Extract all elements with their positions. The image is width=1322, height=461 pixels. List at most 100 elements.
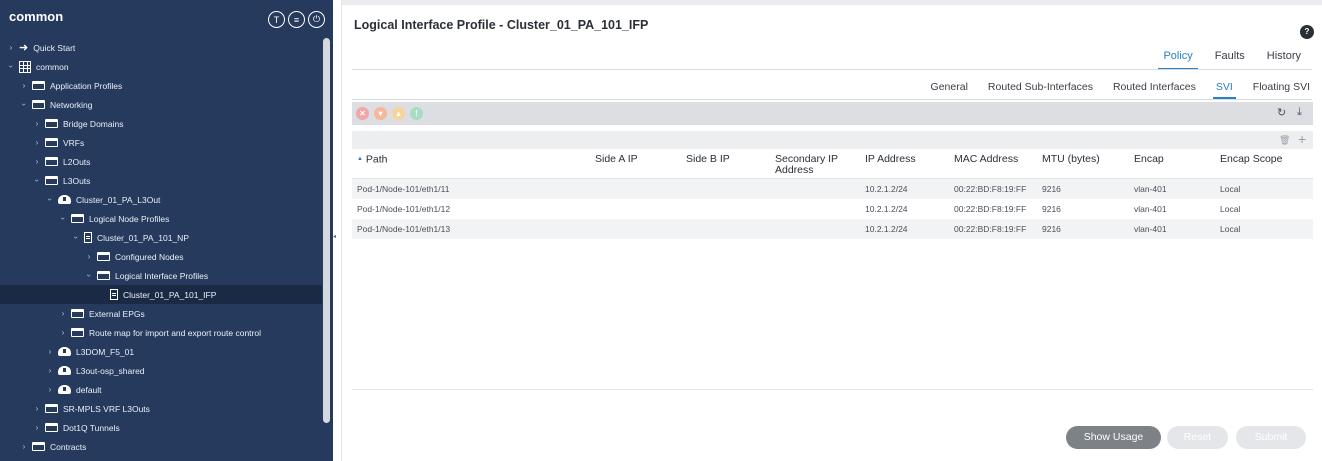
chevron-right-icon[interactable]: › [84, 252, 94, 261]
app-window: common T ≡ ⏻ › ➜ Quick Start › common › Applic… [0, 0, 1322, 461]
warning-fault-icon[interactable]: ! [410, 107, 423, 120]
sidebar-collapse-handle[interactable]: ◂ [333, 233, 338, 240]
tree-item[interactable]: › L3out-osp_shared [0, 361, 322, 380]
tree-item-label: L3DOM_F5_01 [76, 346, 135, 357]
major-fault-icon[interactable]: ▾ [374, 107, 387, 120]
tree-item[interactable]: › Application Profiles [0, 76, 322, 95]
chevron-right-icon[interactable]: › [45, 347, 55, 356]
tab-faults[interactable]: Faults [1204, 50, 1256, 70]
tree-item[interactable]: › Bridge Domains [0, 114, 322, 133]
minor-fault-icon[interactable]: ▴ [392, 107, 405, 120]
tree-item[interactable]: › Logical Node Profiles [0, 209, 322, 228]
chevron-down-icon[interactable]: › [72, 233, 81, 243]
top-tabs: Policy Faults History [1152, 50, 1312, 70]
tree-item[interactable]: › L2Outs [0, 152, 322, 171]
cloud-icon [58, 195, 71, 204]
chevron-down-icon[interactable]: › [33, 176, 42, 186]
chevron-right-icon[interactable]: › [32, 119, 42, 128]
tree-item[interactable]: › Route map for import and export route c… [0, 323, 322, 342]
column-header-path[interactable]: ▲ Path [357, 154, 387, 165]
tab-policy[interactable]: Policy [1152, 50, 1203, 70]
tree-item[interactable]: › Networking [0, 95, 322, 114]
svi-table: ▲ Path Side A IP Side B IP Secondary IP … [352, 149, 1313, 239]
chevron-down-icon[interactable]: › [59, 214, 68, 224]
tree-item[interactable]: › ➜ Quick Start [0, 38, 322, 57]
chevron-right-icon[interactable]: › [19, 442, 29, 451]
tree-item-label: Logical Interface Profiles [115, 270, 209, 281]
help-icon[interactable]: ? [1300, 25, 1314, 39]
list-icon[interactable]: ≡ [288, 11, 305, 28]
chevron-right-icon[interactable]: › [45, 385, 55, 394]
subtab-floating-svi[interactable]: Floating SVI [1243, 81, 1320, 99]
column-header-secondary-ip[interactable]: Secondary IP Address [775, 154, 855, 176]
tree-item[interactable]: › External EPGs [0, 304, 322, 323]
column-header-side-b-ip[interactable]: Side B IP [686, 154, 730, 165]
chevron-right-icon[interactable]: › [32, 423, 42, 432]
refresh-icon[interactable]: ↻ [1277, 106, 1286, 119]
column-header-encap-scope[interactable]: Encap Scope [1220, 154, 1282, 165]
chevron-right-icon[interactable]: › [32, 138, 42, 147]
tree-item[interactable]: › default [0, 380, 322, 399]
tree-item[interactable]: › Configured Nodes [0, 247, 322, 266]
tree-item[interactable]: › VRFs [0, 133, 322, 152]
table-row[interactable]: Pod-1/Node-101/eth1/12 10.2.1.2/24 00:22:B… [352, 199, 1313, 219]
folder-icon [32, 81, 45, 90]
chevron-down-icon[interactable]: › [7, 62, 16, 72]
sub-tabs-divider [352, 99, 1312, 100]
chevron-down-icon[interactable]: › [46, 195, 55, 205]
chevron-right-icon[interactable]: › [19, 81, 29, 90]
chevron-down-icon[interactable]: › [20, 100, 29, 110]
tree-item[interactable]: › Cluster_01_PA_L3Out [0, 190, 322, 209]
sort-ascending-icon: ▲ [357, 156, 363, 162]
sidebar-title: common [9, 9, 64, 24]
tab-history[interactable]: History [1256, 50, 1312, 70]
column-header-mtu[interactable]: MTU (bytes) [1042, 154, 1100, 165]
tree-item[interactable]: › Contracts [0, 437, 322, 456]
tree-item-label: L3out-osp_shared [76, 365, 145, 376]
show-usage-button[interactable]: Show Usage [1066, 426, 1161, 449]
chevron-right-icon[interactable]: › [6, 43, 16, 52]
reset-button[interactable]: Reset [1167, 426, 1228, 449]
delete-icon[interactable]: 🗑 [1279, 135, 1290, 146]
tree-item[interactable]: › Dot1Q Tunnels [0, 418, 322, 437]
table-cell: vlan-401 [1134, 184, 1167, 194]
table-cell: vlan-401 [1134, 224, 1167, 234]
tree-item[interactable]: › L3DOM_F5_01 [0, 342, 322, 361]
table-cell: Local [1220, 204, 1241, 214]
tree-item[interactable]: › common [0, 57, 322, 76]
tree-item-label: L3Outs [63, 175, 91, 186]
chevron-right-icon[interactable]: › [58, 309, 68, 318]
tree-item[interactable]: › Cluster_01_PA_101_NP [0, 228, 322, 247]
folder-icon [45, 176, 58, 185]
add-icon[interactable]: + [1298, 131, 1306, 147]
sidebar-scrollbar[interactable] [323, 38, 330, 423]
power-icon[interactable]: ⏻ [308, 11, 325, 28]
column-header-ip-address[interactable]: IP Address [865, 154, 916, 165]
chevron-down-icon[interactable]: › [85, 271, 94, 281]
download-icon[interactable]: ⤓ [1297, 106, 1302, 119]
submit-button[interactable]: Submit [1236, 426, 1306, 449]
tree-item[interactable]: › L3Outs [0, 171, 322, 190]
column-header-mac-address[interactable]: MAC Address [954, 154, 1018, 165]
column-header-side-a-ip[interactable]: Side A IP [595, 154, 638, 165]
column-header-encap[interactable]: Encap [1134, 154, 1164, 165]
pin-icon[interactable]: T [268, 11, 285, 28]
chevron-right-icon[interactable]: › [32, 157, 42, 166]
table-row[interactable]: Pod-1/Node-101/eth1/11 10.2.1.2/24 00:22:B… [352, 179, 1313, 199]
tree-item[interactable]: Cluster_01_PA_101_IFP [0, 285, 322, 304]
table-row[interactable]: Pod-1/Node-101/eth1/13 10.2.1.2/24 00:22:B… [352, 219, 1313, 239]
tree-item[interactable]: › SR-MPLS VRF L3Outs [0, 399, 322, 418]
cloud-icon [58, 347, 71, 356]
table-cell: vlan-401 [1134, 204, 1167, 214]
tree-item[interactable]: › Logical Interface Profiles [0, 266, 322, 285]
chevron-right-icon[interactable]: › [58, 328, 68, 337]
subtab-routed-interfaces[interactable]: Routed Interfaces [1103, 81, 1206, 99]
subtab-routed-sub-interfaces[interactable]: Routed Sub-Interfaces [978, 81, 1103, 99]
chevron-right-icon[interactable]: › [45, 366, 55, 375]
subtab-general[interactable]: General [921, 81, 978, 99]
subtab-svi[interactable]: SVI [1206, 81, 1243, 99]
chevron-right-icon[interactable]: › [32, 404, 42, 413]
page-title: Logical Interface Profile - Cluster_01_P… [354, 18, 649, 32]
document-icon [84, 232, 92, 243]
critical-fault-icon[interactable]: ✕ [356, 107, 369, 120]
